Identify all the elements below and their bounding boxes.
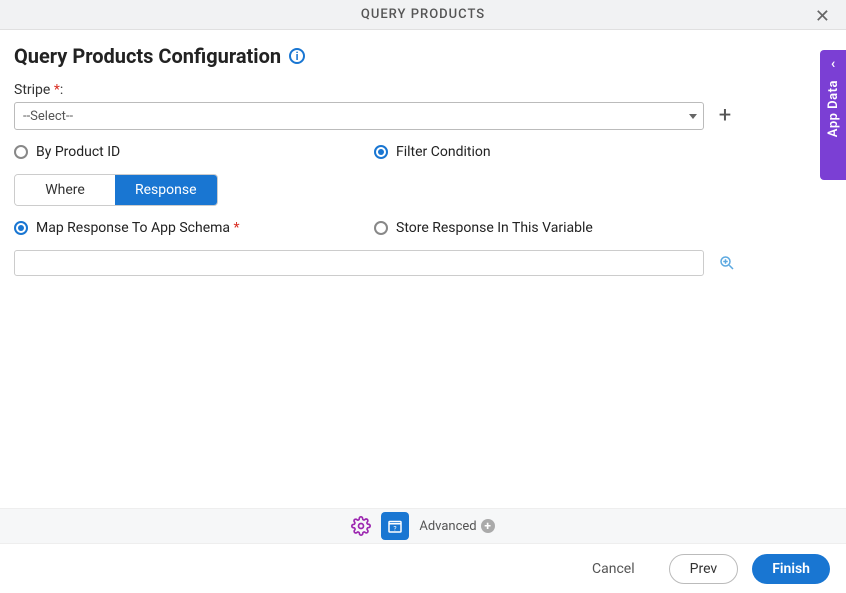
prev-button[interactable]: Prev <box>669 554 739 584</box>
add-stripe-button[interactable]: + <box>712 103 738 129</box>
radio-label-store-in-variable: Store Response In This Variable <box>396 220 593 236</box>
stripe-label: Stripe *: <box>14 82 832 98</box>
radio-label-map-to-schema: Map Response To App Schema * <box>36 220 240 236</box>
radio-by-product-id[interactable]: By Product ID <box>14 144 374 160</box>
app-data-label: App Data <box>826 80 841 137</box>
radio-store-in-variable[interactable]: Store Response In This Variable <box>374 220 593 236</box>
advanced-label: Advanced <box>419 519 476 534</box>
radio-icon <box>14 145 28 159</box>
tab-group: Where Response <box>14 174 218 206</box>
required-asterisk: * <box>234 220 240 236</box>
map-schema-input[interactable] <box>14 250 704 276</box>
radio-icon <box>374 221 388 235</box>
tab-response[interactable]: Response <box>115 175 217 205</box>
radio-map-to-schema[interactable]: Map Response To App Schema * <box>14 220 374 236</box>
bottom-toolbar: ? Advanced + <box>0 508 846 544</box>
info-icon[interactable]: i <box>289 48 305 64</box>
cancel-button[interactable]: Cancel <box>572 554 655 584</box>
chevron-left-icon: ‹ <box>831 56 835 72</box>
stripe-select-value: --Select-- <box>23 109 73 124</box>
radio-icon <box>14 221 28 235</box>
close-icon[interactable]: ✕ <box>809 4 836 29</box>
package-help-icon[interactable]: ? <box>381 512 409 540</box>
dialog-content: Query Products Configuration i Stripe *:… <box>0 30 846 276</box>
tab-where[interactable]: Where <box>15 175 115 205</box>
chevron-down-icon <box>689 114 697 119</box>
required-asterisk: * <box>54 82 60 98</box>
gear-icon[interactable] <box>351 516 371 536</box>
dialog-footer: Cancel Prev Finish <box>0 544 846 593</box>
advanced-button[interactable]: Advanced + <box>419 519 494 534</box>
radio-filter-condition[interactable]: Filter Condition <box>374 144 491 160</box>
finish-button[interactable]: Finish <box>752 554 830 584</box>
radio-icon <box>374 145 388 159</box>
plus-circle-icon: + <box>481 519 495 533</box>
dialog-title: QUERY PRODUCTS <box>361 7 485 22</box>
dialog-header: QUERY PRODUCTS ✕ <box>0 0 846 30</box>
search-icon[interactable] <box>718 254 736 272</box>
radio-label-by-product-id: By Product ID <box>36 144 120 160</box>
app-data-side-tab[interactable]: ‹ App Data <box>820 50 846 180</box>
stripe-select[interactable]: --Select-- <box>14 102 704 130</box>
svg-text:?: ? <box>394 525 397 533</box>
page-title: Query Products Configuration <box>14 44 281 68</box>
radio-label-filter-condition: Filter Condition <box>396 144 491 160</box>
